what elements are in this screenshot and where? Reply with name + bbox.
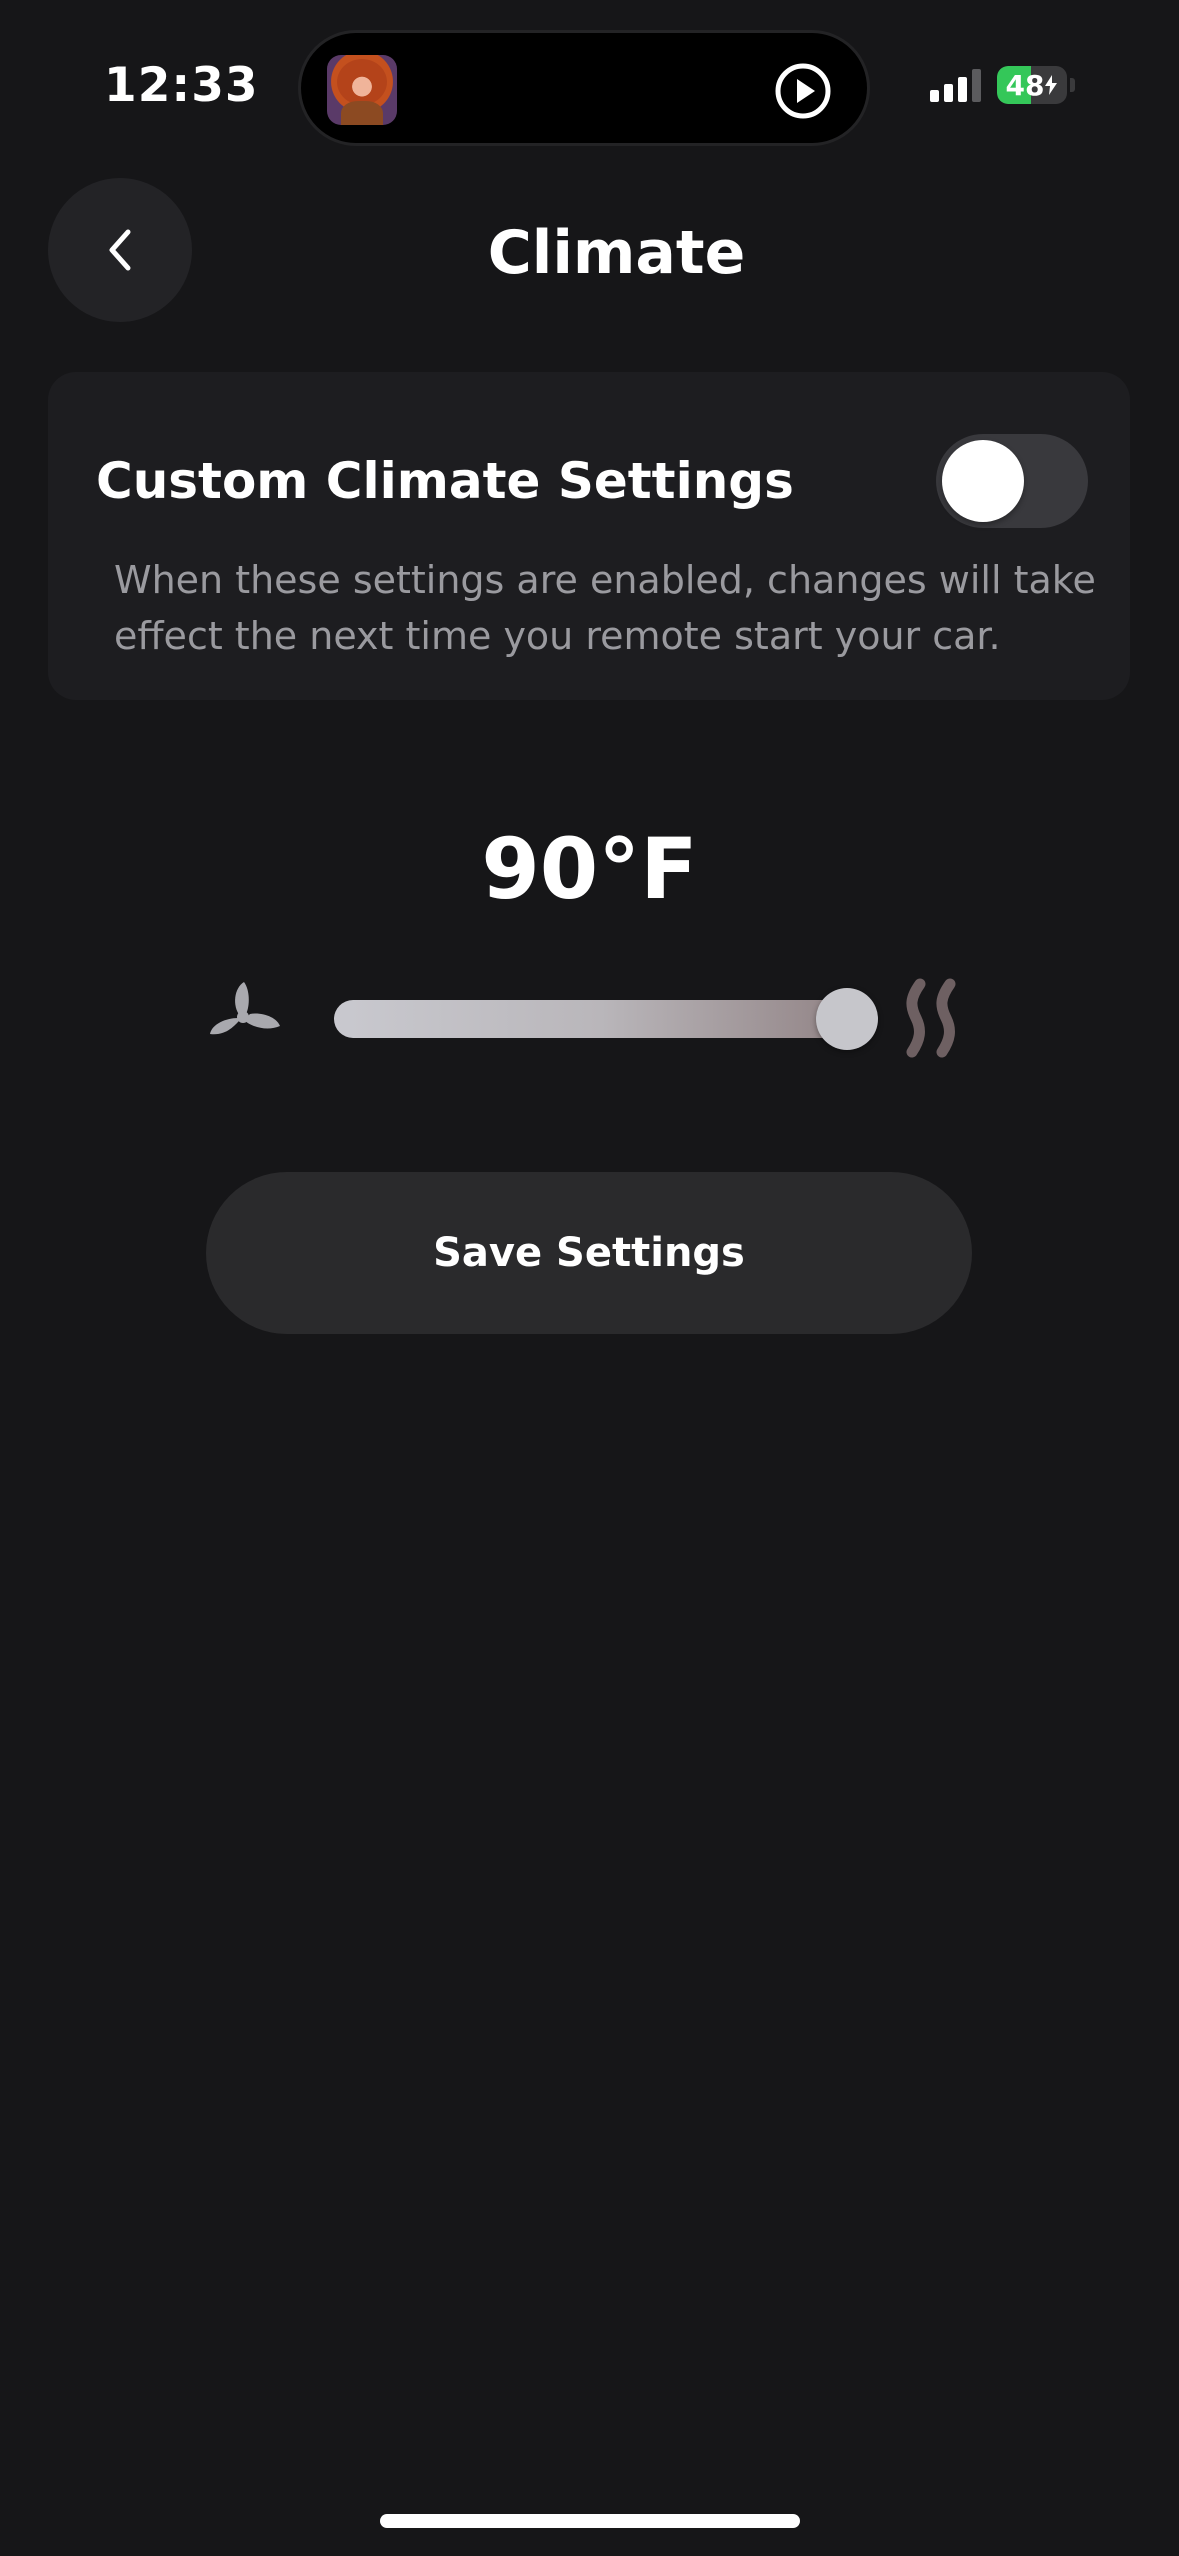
play-circle-icon[interactable] [771, 59, 835, 123]
temperature-slider[interactable] [334, 1000, 868, 1038]
custom-climate-card: Custom Climate Settings When these setti… [48, 372, 1130, 700]
temperature-value: 90°F [481, 820, 698, 918]
toggle-knob [942, 440, 1024, 522]
battery-level: 48 [1005, 68, 1045, 102]
climate-screen: 12:33 48 Climate Custom Climate Settings… [0, 0, 1179, 2556]
avatar-thumbnail [327, 55, 397, 125]
heat-waves-icon [906, 978, 956, 1058]
cellular-signal-icon [930, 68, 981, 102]
custom-climate-toggle[interactable] [936, 434, 1088, 528]
custom-climate-title: Custom Climate Settings [96, 452, 794, 510]
temperature-slider-thumb[interactable] [816, 988, 878, 1050]
status-time: 12:33 [104, 58, 259, 113]
fan-icon [210, 982, 280, 1035]
save-settings-button[interactable]: Save Settings [206, 1172, 972, 1334]
status-indicators: 48 [930, 66, 1075, 104]
home-indicator [380, 2514, 800, 2528]
charging-bolt-icon [1045, 75, 1058, 95]
dynamic-island[interactable] [298, 30, 870, 146]
custom-climate-description: When these settings are enabled, changes… [114, 558, 1096, 658]
page-title: Climate [487, 218, 746, 288]
battery-icon: 48 [997, 66, 1067, 104]
